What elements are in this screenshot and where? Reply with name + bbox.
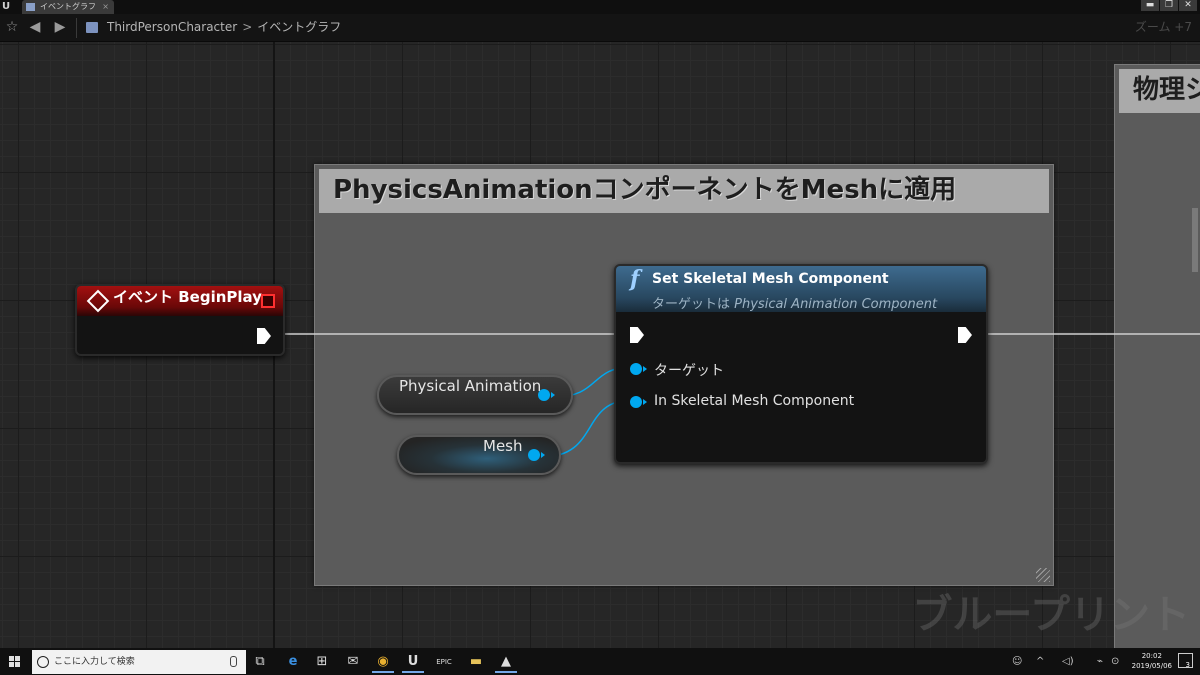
star-icon[interactable]: ☆ bbox=[4, 14, 20, 41]
physical-animation-variable-node[interactable]: Physical Animation bbox=[377, 375, 573, 415]
mail-icon[interactable]: ✉ bbox=[342, 651, 364, 673]
breadcrumb: ThirdPersonCharacter > イベントグラフ bbox=[107, 14, 341, 41]
output-pin-icon[interactable] bbox=[528, 449, 545, 461]
system-tray: ☺ ^ ◁) ⌁ ⊙ 20:02 2019/05/06 3 bbox=[1000, 648, 1200, 675]
breadcrumb-root[interactable]: ThirdPersonCharacter bbox=[107, 20, 237, 34]
divider bbox=[76, 18, 77, 38]
people-icon[interactable]: ☺ bbox=[1012, 648, 1022, 675]
graph-canvas[interactable]: PhysicsAnimationコンポーネントをMeshに適用 物理シ イベント… bbox=[0, 42, 1200, 648]
windows-taskbar: ここに入力して検索 ⧉ e ⊞ ✉ ◉ U EPIC ▬ ▲ ☺ ^ ◁) ⌁ … bbox=[0, 648, 1200, 675]
speaker-icon[interactable]: ◁) bbox=[1062, 648, 1074, 675]
clock[interactable]: 20:02 2019/05/06 bbox=[1132, 651, 1172, 671]
node-title: イベント BeginPlay bbox=[113, 288, 262, 306]
chevron-up-icon[interactable]: ^ bbox=[1036, 648, 1044, 675]
close-tab-icon[interactable]: × bbox=[102, 0, 109, 14]
mesh-variable-node[interactable]: Mesh bbox=[397, 435, 561, 475]
node-subtitle: ターゲットは Physical Animation Component bbox=[652, 293, 937, 312]
restore-button[interactable]: ❐ bbox=[1160, 0, 1178, 11]
graph-navigation-bar: ☆ ◀ ▶ ThirdPersonCharacter > イベントグラフ ズーム +… bbox=[0, 14, 1200, 42]
epic-games-icon[interactable]: EPIC bbox=[433, 651, 455, 673]
in-skeletal-mesh-pin-icon[interactable] bbox=[630, 396, 647, 408]
clock-time: 20:02 bbox=[1141, 652, 1162, 660]
notification-count: 3 bbox=[1185, 661, 1190, 669]
event-beginplay-node[interactable]: イベント BeginPlay bbox=[75, 284, 285, 356]
blueprint-watermark: ブループリント bbox=[912, 592, 1190, 638]
cortana-icon bbox=[37, 656, 49, 668]
arrow-right-icon[interactable]: ▶ bbox=[52, 14, 68, 41]
notification-icon[interactable]: 3 bbox=[1178, 653, 1193, 669]
delegate-pin-icon[interactable] bbox=[261, 294, 275, 308]
document-tab[interactable]: イベントグラフ × bbox=[22, 0, 114, 14]
document-tab-label: イベントグラフ bbox=[40, 2, 96, 11]
window-title-bar: U イベントグラフ × ▬ ❐ ✕ bbox=[0, 0, 1200, 14]
node-header: イベント BeginPlay bbox=[77, 286, 283, 316]
file-explorer-icon[interactable]: ▬ bbox=[465, 651, 487, 673]
microphone-icon[interactable] bbox=[230, 656, 237, 667]
exec-output-pin-icon[interactable] bbox=[257, 328, 271, 344]
photos-icon[interactable]: ▲ bbox=[495, 651, 517, 673]
store-icon[interactable]: ⊞ bbox=[311, 651, 333, 673]
variable-label: Mesh bbox=[483, 437, 523, 455]
arrow-left-icon[interactable]: ◀ bbox=[27, 14, 43, 41]
node-subtitle-prefix: ターゲットは bbox=[652, 297, 731, 312]
close-button[interactable]: ✕ bbox=[1179, 0, 1197, 11]
network-icon[interactable]: ⌁ bbox=[1097, 648, 1103, 675]
graph-icon bbox=[86, 22, 98, 33]
blueprint-icon bbox=[26, 3, 35, 11]
target-pin-label: ターゲット bbox=[654, 363, 724, 379]
search-placeholder: ここに入力して検索 bbox=[54, 657, 135, 667]
windows-start-icon[interactable] bbox=[0, 648, 30, 675]
unreal-logo-icon: U bbox=[2, 1, 11, 12]
clock-date: 2019/05/06 bbox=[1131, 662, 1172, 670]
variable-label: Physical Animation bbox=[399, 377, 542, 395]
chrome-icon[interactable]: ◉ bbox=[372, 651, 394, 673]
taskbar-search-box[interactable]: ここに入力して検索 bbox=[32, 650, 246, 674]
node-header: f Set Skeletal Mesh Component ターゲットは Phy… bbox=[616, 266, 986, 312]
unreal-engine-icon[interactable]: U bbox=[402, 651, 424, 673]
set-skeletal-mesh-component-node[interactable]: f Set Skeletal Mesh Component ターゲットは Phy… bbox=[614, 264, 988, 464]
function-icon: f bbox=[630, 266, 640, 292]
breadcrumb-separator: > bbox=[242, 20, 253, 34]
exec-output-pin-icon[interactable] bbox=[958, 327, 972, 343]
ime-icon[interactable]: ⊙ bbox=[1111, 648, 1119, 675]
node-title: Set Skeletal Mesh Component bbox=[652, 271, 889, 287]
edge-icon[interactable]: e bbox=[282, 651, 304, 673]
in-skeletal-mesh-pin-label: In Skeletal Mesh Component bbox=[654, 393, 855, 409]
target-pin-icon[interactable] bbox=[630, 363, 647, 375]
breadcrumb-current[interactable]: イベントグラフ bbox=[257, 20, 341, 34]
output-pin-icon[interactable] bbox=[538, 389, 555, 401]
node-subtitle-class: Physical Animation Component bbox=[734, 297, 938, 312]
minimize-button[interactable]: ▬ bbox=[1141, 0, 1159, 11]
event-diamond-icon bbox=[86, 289, 110, 313]
zoom-level: ズーム +7 bbox=[1134, 20, 1192, 34]
task-view-icon[interactable]: ⧉ bbox=[249, 651, 271, 673]
exec-input-pin-icon[interactable] bbox=[630, 327, 644, 343]
